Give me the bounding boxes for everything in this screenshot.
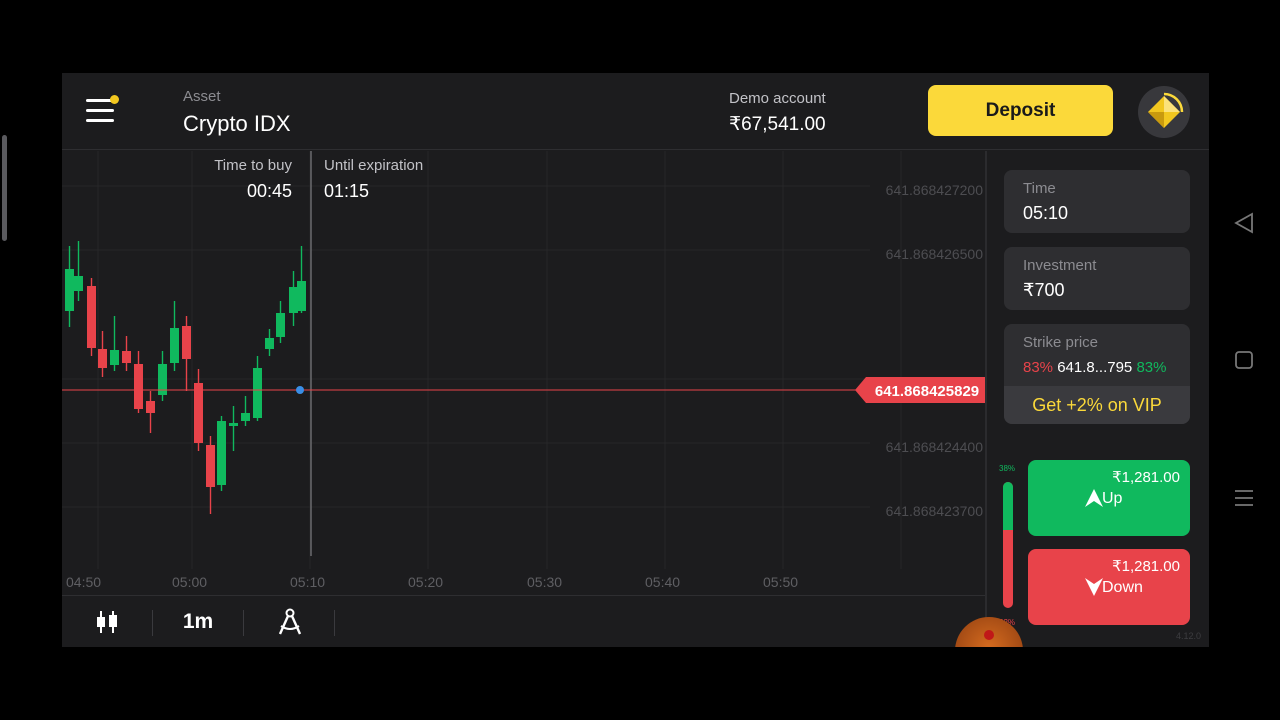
down-button[interactable]: ₹1,281.00 Down	[1028, 549, 1190, 625]
asset-selector[interactable]: Crypto IDX	[183, 111, 291, 137]
drawing-tools-button[interactable]	[266, 596, 314, 647]
price-tick-label: 641.868424400	[886, 439, 984, 455]
up-payout: ₹1,281.00	[1112, 469, 1180, 486]
time-label: Time	[1023, 180, 1056, 197]
sentiment-up-fill	[1003, 482, 1013, 530]
candle-up	[297, 281, 306, 311]
price-chart[interactable]: 04:50 05:00 05:10 05:20 05:30 05:40 05:50 641.8…	[62, 151, 986, 594]
back-triangle-icon[interactable]	[1232, 211, 1256, 235]
price-tick-label: 641.868427200	[886, 182, 984, 198]
candle-down	[134, 364, 143, 409]
current-price-dot	[296, 386, 304, 394]
price-tick-label: 641.868423700	[886, 503, 984, 519]
chart-type-button[interactable]	[84, 596, 130, 647]
down-payout: ₹1,281.00	[1112, 558, 1180, 575]
candle-down	[87, 286, 96, 348]
time-tick-label: 05:50	[763, 574, 798, 590]
time-tick-label: 04:50	[66, 574, 101, 590]
trader-sentiment-bar	[1003, 482, 1013, 608]
panel-divider	[985, 151, 987, 647]
current-price-label: 641.868425829	[875, 383, 979, 400]
time-tick-label: 05:40	[645, 574, 680, 590]
candle-down	[194, 383, 203, 443]
candle-up	[276, 313, 285, 337]
strike-price-row: 83% 641.8...795 83%	[1023, 359, 1166, 376]
strike-pct-down: 83%	[1023, 359, 1054, 376]
down-label: Down	[1102, 579, 1143, 596]
time-tick-label: 05:10	[290, 574, 325, 590]
investment-selector[interactable]: Investment ₹700	[1004, 247, 1190, 310]
screen-scrollbar[interactable]	[2, 135, 7, 241]
candle-up	[229, 423, 238, 426]
up-label: Up	[1102, 490, 1123, 507]
toolbar-divider	[152, 610, 153, 636]
profile-avatar[interactable]	[1138, 86, 1190, 138]
strike-price-label: Strike price	[1023, 334, 1099, 351]
trading-app: Asset Crypto IDX Demo account ₹67,541.00…	[62, 73, 1209, 647]
candle-down	[146, 401, 155, 413]
candle-up	[265, 338, 274, 349]
candlestick-icon	[97, 611, 117, 633]
notification-dot-icon	[110, 95, 119, 104]
record-dot-icon	[984, 630, 994, 640]
deposit-button[interactable]: Deposit	[928, 85, 1113, 136]
time-to-buy-label: Time to buy	[214, 157, 292, 174]
app-version: 4.12.0	[1176, 631, 1202, 641]
time-value: 05:10	[1023, 203, 1069, 223]
strike-price-card[interactable]: Strike price 83% 641.8...795 83% Get +2%…	[1004, 324, 1190, 424]
timeframe-button[interactable]: 1m	[166, 596, 230, 647]
menu-lines-icon[interactable]	[1232, 486, 1256, 510]
toolbar-divider	[243, 610, 244, 636]
time-tick-label: 05:30	[527, 574, 562, 590]
hamburger-menu-button[interactable]	[84, 95, 119, 127]
candle-up	[110, 350, 119, 365]
strike-price-value: 641.8...795	[1057, 359, 1133, 376]
timeframe-label: 1m	[182, 610, 214, 633]
candle-down	[182, 326, 191, 359]
investment-value: ₹700	[1023, 280, 1065, 300]
sentiment-up-pct: 38%	[999, 464, 1016, 473]
time-to-buy-value: 00:45	[246, 181, 292, 201]
home-square-icon[interactable]	[1232, 348, 1256, 372]
price-tick-label: 641.868426500	[886, 246, 984, 262]
arrow-up-icon	[1085, 489, 1103, 507]
time-tick-label: 05:20	[408, 574, 443, 590]
candlestick-chart[interactable]: 04:50 05:00 05:10 05:20 05:30 05:40 05:50 641.8…	[62, 151, 986, 594]
candle-up	[241, 413, 250, 421]
candle-up	[65, 269, 74, 311]
asset-caption: Asset	[183, 88, 221, 105]
until-expiration-value: 01:15	[324, 181, 370, 201]
up-button[interactable]: ₹1,281.00 Up	[1028, 460, 1190, 536]
vip-promo-button[interactable]: Get +2% on VIP	[1004, 386, 1190, 424]
chart-toolbar: 1m	[62, 595, 986, 647]
toolbar-divider	[334, 610, 335, 636]
candle-up	[253, 368, 262, 418]
compass-drawing-icon	[278, 608, 302, 635]
candle-down	[206, 445, 215, 487]
time-tick-label: 05:00	[172, 574, 207, 590]
candle-up	[289, 287, 298, 313]
candle-up	[74, 276, 83, 291]
candle-up	[170, 328, 179, 363]
until-expiration-label: Until expiration	[324, 157, 424, 174]
candle-down	[122, 351, 131, 363]
arrow-down-icon	[1085, 578, 1103, 596]
investment-label: Investment	[1023, 257, 1097, 274]
gold-diamond-icon	[1148, 92, 1184, 128]
candle-down	[98, 349, 107, 368]
app-header: Asset Crypto IDX Demo account ₹67,541.00…	[62, 73, 1209, 150]
account-type-label[interactable]: Demo account	[729, 90, 826, 107]
account-balance[interactable]: ₹67,541.00	[729, 113, 826, 136]
strike-pct-up: 83%	[1136, 359, 1167, 376]
candle-up	[217, 421, 226, 485]
time-selector[interactable]: Time 05:10	[1004, 170, 1190, 233]
